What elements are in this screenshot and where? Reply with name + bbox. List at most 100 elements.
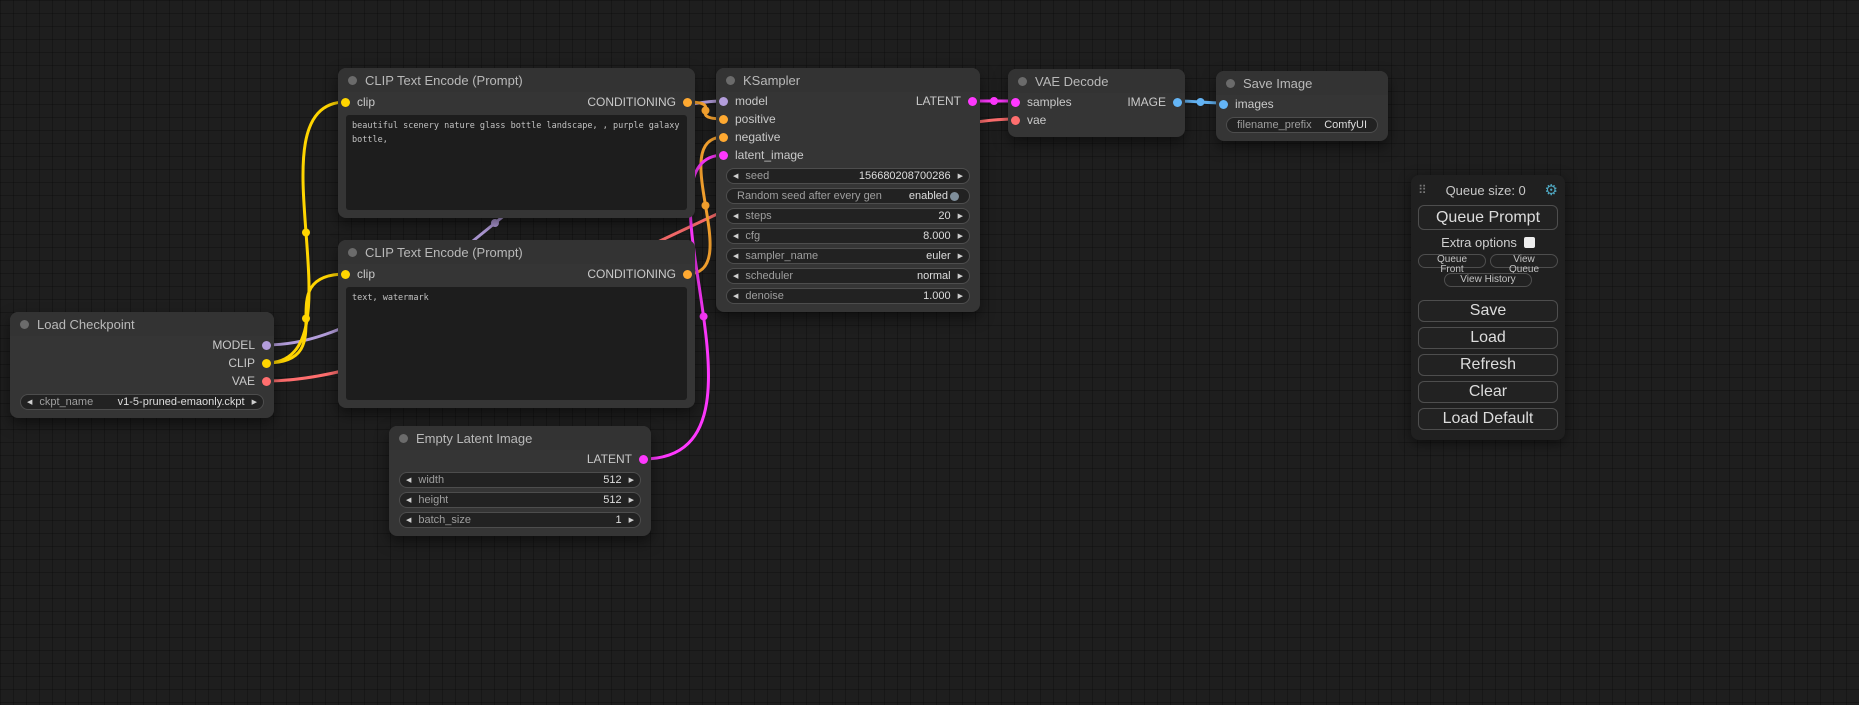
right-arrow-icon[interactable]: ▶	[629, 477, 634, 484]
output-dot-conditioning[interactable]	[683, 98, 692, 107]
node-vae-decode[interactable]: VAE Decode samples IMAGE vae	[1008, 69, 1185, 137]
left-arrow-icon[interactable]: ◀	[406, 517, 411, 524]
view-queue-button[interactable]: View Queue	[1490, 254, 1558, 268]
cfg-widget[interactable]: ◀ cfg 8.000 ▶	[726, 228, 970, 244]
node-clip-text-encode-positive[interactable]: CLIP Text Encode (Prompt) clip CONDITION…	[338, 68, 695, 218]
node-title-bar[interactable]: Empty Latent Image	[389, 426, 651, 450]
refresh-button[interactable]: Refresh	[1418, 354, 1558, 376]
link-midpoint-dot	[702, 201, 710, 209]
batch-size-widget[interactable]: ◀ batch_size 1 ▶	[399, 512, 641, 528]
node-title-bar[interactable]: Load Checkpoint	[10, 312, 274, 336]
left-arrow-icon[interactable]: ◀	[733, 233, 738, 240]
left-arrow-icon[interactable]: ◀	[733, 273, 738, 280]
save-button[interactable]: Save	[1418, 300, 1558, 322]
node-title-bar[interactable]: VAE Decode	[1008, 69, 1185, 93]
node-title: CLIP Text Encode (Prompt)	[365, 73, 523, 88]
prompt-textarea[interactable]: text, watermark	[346, 287, 687, 400]
extra-options-label: Extra options	[1441, 235, 1517, 250]
output-slot-vae: VAE	[10, 372, 274, 390]
drag-handle-icon[interactable]: ⠿	[1418, 184, 1427, 196]
input-dot-model[interactable]	[719, 97, 728, 106]
node-title-bar[interactable]: CLIP Text Encode (Prompt)	[338, 68, 695, 92]
settings-gear-icon[interactable]: ⚙	[1545, 183, 1558, 198]
widget-value: 20	[938, 210, 950, 222]
node-clip-text-encode-negative[interactable]: CLIP Text Encode (Prompt) clip CONDITION…	[338, 240, 695, 408]
widget-value: enabled	[909, 190, 948, 202]
right-arrow-icon[interactable]: ▶	[958, 293, 963, 300]
extra-options-checkbox[interactable]	[1524, 237, 1535, 248]
queue-prompt-button[interactable]: Queue Prompt	[1418, 205, 1558, 230]
slot-row: samples IMAGE	[1008, 93, 1185, 111]
left-arrow-icon[interactable]: ◀	[406, 497, 411, 504]
load-default-button[interactable]: Load Default	[1418, 408, 1558, 430]
filename-prefix-widget[interactable]: filename_prefix ComfyUI	[1226, 117, 1378, 133]
output-dot-conditioning[interactable]	[683, 270, 692, 279]
output-dot-latent[interactable]	[639, 455, 648, 464]
node-save-image[interactable]: Save Image images filename_prefix ComfyU…	[1216, 71, 1388, 141]
collapse-dot-icon[interactable]	[726, 76, 735, 85]
collapse-dot-icon[interactable]	[1018, 77, 1027, 86]
sampler-name-widget[interactable]: ◀ sampler_name euler ▶	[726, 248, 970, 264]
prompt-textarea[interactable]: beautiful scenery nature glass bottle la…	[346, 115, 687, 210]
collapse-dot-icon[interactable]	[399, 434, 408, 443]
right-arrow-icon[interactable]: ▶	[958, 253, 963, 260]
node-title-bar[interactable]: Save Image	[1216, 71, 1388, 95]
node-title-bar[interactable]: CLIP Text Encode (Prompt)	[338, 240, 695, 264]
right-arrow-icon[interactable]: ▶	[958, 273, 963, 280]
input-dot-clip[interactable]	[341, 98, 350, 107]
widget-value: 512	[603, 474, 621, 486]
right-arrow-icon[interactable]: ▶	[629, 517, 634, 524]
input-dot-samples[interactable]	[1011, 98, 1020, 107]
widget-label: scheduler	[745, 270, 793, 282]
output-dot-model[interactable]	[262, 341, 271, 350]
input-dot-positive[interactable]	[719, 115, 728, 124]
right-arrow-icon[interactable]: ▶	[958, 213, 963, 220]
left-arrow-icon[interactable]: ◀	[733, 253, 738, 260]
left-arrow-icon[interactable]: ◀	[733, 293, 738, 300]
right-arrow-icon[interactable]: ▶	[252, 399, 257, 406]
toggle-dot-icon[interactable]	[950, 192, 959, 201]
left-arrow-icon[interactable]: ◀	[406, 477, 411, 484]
node-title-bar[interactable]: KSampler	[716, 68, 980, 92]
output-dot-latent[interactable]	[968, 97, 977, 106]
widget-label: batch_size	[418, 514, 471, 526]
output-dot-image[interactable]	[1173, 98, 1182, 107]
steps-widget[interactable]: ◀ steps 20 ▶	[726, 208, 970, 224]
height-widget[interactable]: ◀ height 512 ▶	[399, 492, 641, 508]
load-button[interactable]: Load	[1418, 327, 1558, 349]
input-dot-negative[interactable]	[719, 133, 728, 142]
seed-widget[interactable]: ◀ seed 156680208700286 ▶	[726, 168, 970, 184]
collapse-dot-icon[interactable]	[1226, 79, 1235, 88]
width-widget[interactable]: ◀ width 512 ▶	[399, 472, 641, 488]
right-arrow-icon[interactable]: ▶	[958, 233, 963, 240]
clear-button[interactable]: Clear	[1418, 381, 1558, 403]
collapse-dot-icon[interactable]	[348, 248, 357, 257]
collapse-dot-icon[interactable]	[20, 320, 29, 329]
input-dot-latent-image[interactable]	[719, 151, 728, 160]
node-ksampler[interactable]: KSampler model LATENT positive negative …	[716, 68, 980, 312]
scheduler-widget[interactable]: ◀ scheduler normal ▶	[726, 268, 970, 284]
output-dot-clip[interactable]	[262, 359, 271, 368]
left-arrow-icon[interactable]: ◀	[733, 173, 738, 180]
view-history-button[interactable]: View History	[1444, 273, 1532, 287]
input-dot-clip[interactable]	[341, 270, 350, 279]
denoise-widget[interactable]: ◀ denoise 1.000 ▶	[726, 288, 970, 304]
right-arrow-icon[interactable]: ▶	[958, 173, 963, 180]
input-slot-latent-image: latent_image	[716, 146, 980, 164]
slot-label: MODEL	[212, 338, 255, 352]
input-dot-images[interactable]	[1219, 100, 1228, 109]
widget-value: ComfyUI	[1324, 119, 1367, 131]
output-dot-vae[interactable]	[262, 377, 271, 386]
collapse-dot-icon[interactable]	[348, 76, 357, 85]
ckpt-name-widget[interactable]: ◀ ckpt_name v1-5-pruned-emaonly.ckpt ▶	[20, 394, 264, 410]
node-canvas[interactable]: Load Checkpoint MODEL CLIP VAE ◀ ckpt_na…	[0, 0, 1859, 705]
input-dot-vae[interactable]	[1011, 116, 1020, 125]
node-load-checkpoint[interactable]: Load Checkpoint MODEL CLIP VAE ◀ ckpt_na…	[10, 312, 274, 418]
node-empty-latent-image[interactable]: Empty Latent Image LATENT ◀ width 512 ▶ …	[389, 426, 651, 536]
right-arrow-icon[interactable]: ▶	[629, 497, 634, 504]
queue-front-button[interactable]: Queue Front	[1418, 254, 1486, 268]
left-arrow-icon[interactable]: ◀	[27, 399, 32, 406]
random-seed-toggle[interactable]: Random seed after every gen enabled	[726, 188, 970, 204]
left-arrow-icon[interactable]: ◀	[733, 213, 738, 220]
widget-label: steps	[745, 210, 771, 222]
